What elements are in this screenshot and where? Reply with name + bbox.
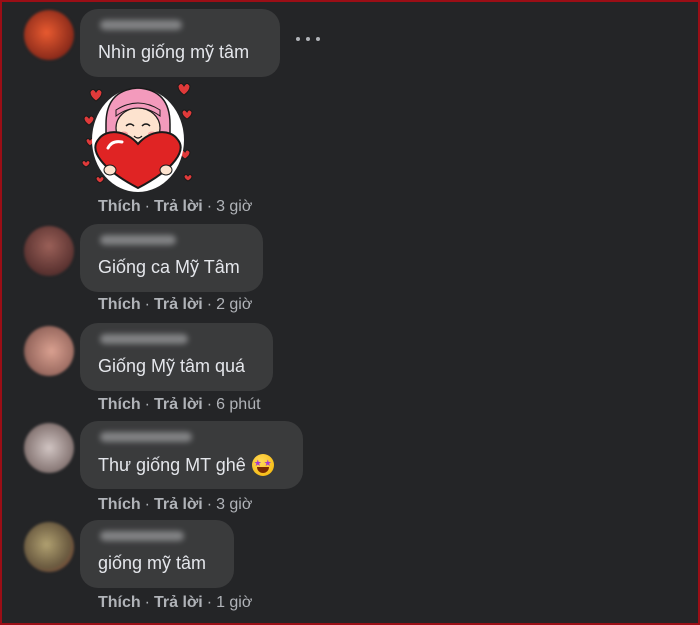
comment-bubble: giống mỹ tâm — [80, 520, 234, 588]
timestamp[interactable]: 3 giờ — [216, 198, 252, 215]
timestamp[interactable]: 1 giờ — [216, 594, 252, 611]
comment-actions: Thích · Trả lời · 3 giờ — [98, 198, 253, 215]
comment-bubble: Giống Mỹ tâm quá — [80, 323, 273, 391]
comment-text: Nhìn giống mỹ tâm — [98, 42, 250, 62]
commenter-name[interactable] — [100, 531, 184, 541]
like-link[interactable]: Thích — [98, 296, 141, 313]
comment-text: Thư giống MT ghê ★ ★ — [98, 454, 274, 476]
reply-link[interactable]: Trả lời — [154, 296, 203, 313]
comment-bubble: Nhìn giống mỹ tâm — [80, 9, 280, 77]
avatar[interactable] — [24, 226, 74, 276]
avatar[interactable] — [24, 10, 74, 60]
comment-text: giống mỹ tâm — [98, 553, 207, 573]
commenter-name[interactable] — [100, 235, 176, 245]
reply-link[interactable]: Trả lời — [154, 198, 203, 215]
timestamp[interactable]: 2 giờ — [216, 296, 252, 313]
reply-link[interactable]: Trả lời — [154, 396, 203, 413]
commenter-name[interactable] — [100, 20, 182, 30]
timestamp[interactable]: 6 phút — [216, 396, 260, 413]
like-link[interactable]: Thích — [98, 594, 141, 611]
star-struck-emoji-icon: ★ ★ — [251, 454, 274, 476]
avatar[interactable] — [24, 423, 74, 473]
like-link[interactable]: Thích — [98, 396, 141, 413]
comment-actions: Thích · Trả lời · 1 giờ — [98, 594, 253, 611]
comment-bubble: Thư giống MT ghê ★ ★ — [80, 421, 303, 489]
commenter-name[interactable] — [100, 334, 188, 344]
comment-text: Giống Mỹ tâm quá — [98, 356, 246, 376]
comment-actions: Thích · Trả lời · 3 giờ — [98, 496, 253, 513]
dot-icon — [296, 37, 300, 41]
reply-link[interactable]: Trả lời — [154, 594, 203, 611]
comment-bubble: Giống ca Mỹ Tâm — [80, 224, 263, 292]
comment-actions: Thích · Trả lời · 2 giờ — [98, 296, 253, 313]
commenter-name[interactable] — [100, 432, 192, 442]
avatar[interactable] — [24, 326, 74, 376]
more-options-button[interactable] — [296, 32, 320, 46]
timestamp[interactable]: 3 giờ — [216, 496, 252, 513]
like-link[interactable]: Thích — [98, 496, 141, 513]
like-link[interactable]: Thích — [98, 198, 141, 215]
girl-hugging-heart-sticker — [81, 83, 193, 192]
dot-icon — [306, 37, 310, 41]
comment-thread: Nhìn giống mỹ tâm Thích · Trả lời · 3 gi… — [2, 2, 698, 623]
reply-link[interactable]: Trả lời — [154, 496, 203, 513]
comment-text: Giống ca Mỹ Tâm — [98, 257, 240, 277]
dot-icon — [316, 37, 320, 41]
avatar[interactable] — [24, 522, 74, 572]
comment-actions: Thích · Trả lời · 6 phút — [98, 396, 261, 413]
